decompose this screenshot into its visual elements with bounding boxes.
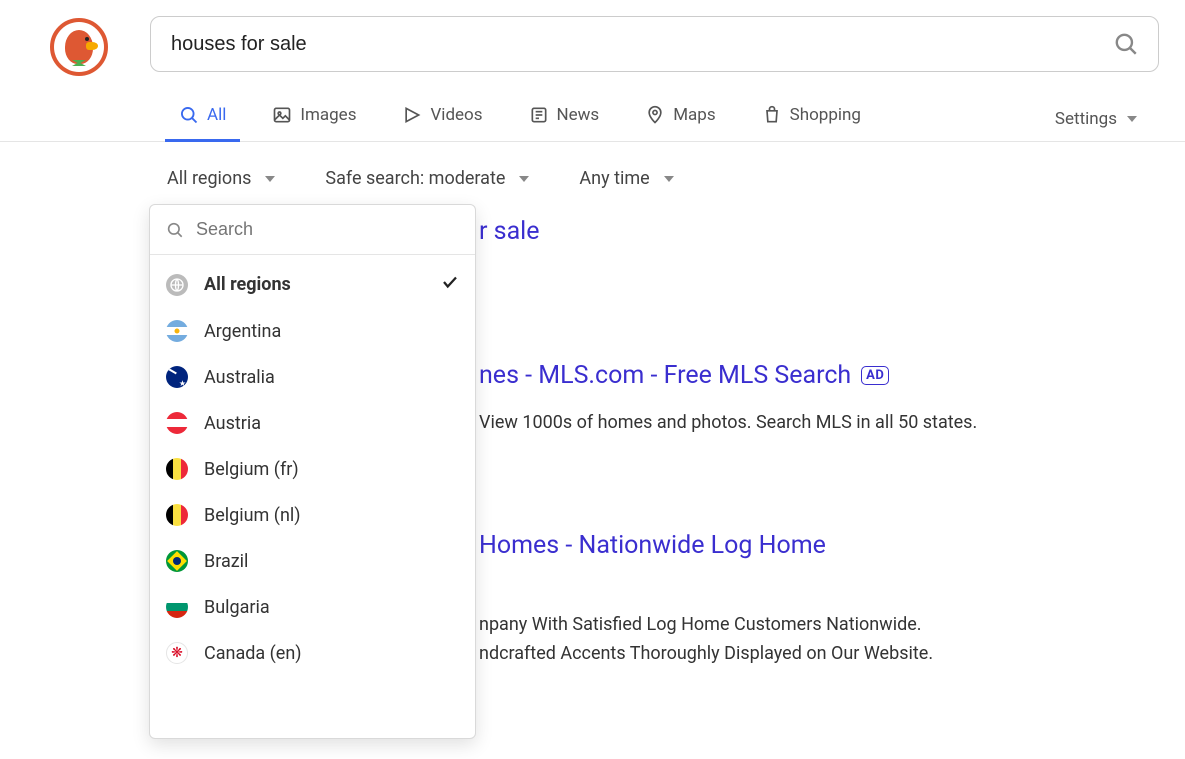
region-item-label: Belgium (fr) (204, 459, 299, 480)
filter-region[interactable]: All regions (167, 168, 275, 189)
flag-icon (166, 320, 188, 342)
region-item-label: Argentina (204, 321, 281, 342)
search-icon (1113, 31, 1139, 57)
chevron-down-icon (519, 176, 529, 182)
map-pin-icon (645, 105, 665, 125)
logo[interactable] (50, 18, 108, 76)
search-input[interactable] (171, 33, 1102, 56)
check-icon (441, 273, 459, 296)
region-item-belgium-fr[interactable]: Belgium (fr) (150, 446, 475, 492)
flag-icon (166, 366, 188, 388)
search-button[interactable] (1107, 25, 1145, 63)
result-title-link[interactable]: Homes - Nationwide Log Home (479, 531, 826, 560)
settings-button[interactable]: Settings (1055, 109, 1185, 129)
region-item-all[interactable]: All regions (150, 261, 475, 308)
tab-label: News (557, 105, 600, 125)
tab-news[interactable]: News (515, 95, 614, 142)
video-icon (402, 105, 422, 125)
result-description: npany With Satisfied Log Home Customers … (479, 611, 1185, 669)
image-icon (272, 105, 292, 125)
tab-label: Videos (430, 105, 482, 125)
ad-badge: AD (861, 366, 889, 385)
filter-label: Any time (579, 168, 649, 189)
region-search-input[interactable] (196, 219, 459, 240)
region-item-canada-en[interactable]: Canada (en) (150, 630, 475, 676)
region-item-brazil[interactable]: Brazil (150, 538, 475, 584)
globe-icon (166, 274, 188, 296)
shopping-icon (762, 105, 782, 125)
search-icon (179, 105, 199, 125)
tab-label: Shopping (790, 105, 861, 125)
flag-icon (166, 596, 188, 618)
search-box (150, 16, 1159, 72)
region-dropdown: All regions Argentina Australia Austria … (149, 204, 476, 739)
chevron-down-icon (265, 176, 275, 182)
filter-label: All regions (167, 168, 251, 189)
search-icon (166, 220, 184, 240)
filter-safesearch[interactable]: Safe search: moderate (325, 168, 529, 189)
result-title-link[interactable]: r sale (479, 217, 540, 246)
tab-label: Images (300, 105, 356, 125)
result-description-line: ndcrafted Accents Thoroughly Displayed o… (479, 640, 1185, 669)
result-description: View 1000s of homes and photos. Search M… (479, 409, 1185, 438)
region-item-label: Bulgaria (204, 597, 270, 618)
filter-label: Safe search: moderate (325, 168, 505, 189)
chevron-down-icon (664, 176, 674, 182)
flag-icon (166, 458, 188, 480)
tabs: All Images Videos News Maps Shopping Set… (0, 96, 1185, 142)
tab-label: Maps (673, 105, 715, 125)
flag-icon (166, 642, 188, 664)
region-item-label: Belgium (nl) (204, 505, 301, 526)
settings-label: Settings (1055, 109, 1117, 129)
tab-shopping[interactable]: Shopping (748, 95, 875, 142)
region-item-australia[interactable]: Australia (150, 354, 475, 400)
region-item-label: Canada (en) (204, 643, 302, 664)
region-item-belgium-nl[interactable]: Belgium (nl) (150, 492, 475, 538)
flag-icon (166, 550, 188, 572)
region-item-label: Brazil (204, 551, 248, 572)
result: r sale (479, 215, 1185, 249)
tab-images[interactable]: Images (258, 95, 370, 142)
result: Homes - Nationwide Log Home npany With S… (479, 529, 1185, 668)
tab-all[interactable]: All (165, 95, 240, 142)
region-item-label: Austria (204, 413, 261, 434)
filters: All regions Safe search: moderate Any ti… (0, 168, 1185, 189)
flag-icon (166, 504, 188, 526)
region-item-argentina[interactable]: Argentina (150, 308, 475, 354)
filter-time[interactable]: Any time (579, 168, 673, 189)
chevron-down-icon (1127, 116, 1137, 122)
result-description-line: npany With Satisfied Log Home Customers … (479, 611, 1185, 640)
tab-maps[interactable]: Maps (631, 95, 729, 142)
result: nes - MLS.com - Free MLS Search AD View … (479, 359, 1185, 438)
region-item-label: Australia (204, 367, 275, 388)
region-item-austria[interactable]: Austria (150, 400, 475, 446)
result-title-link[interactable]: nes - MLS.com - Free MLS Search (479, 361, 851, 390)
news-icon (529, 105, 549, 125)
tab-videos[interactable]: Videos (388, 95, 496, 142)
region-item-label: All regions (204, 274, 291, 295)
region-list[interactable]: All regions Argentina Australia Austria … (150, 255, 475, 738)
flag-icon (166, 412, 188, 434)
region-search-row (150, 205, 475, 255)
region-item-bulgaria[interactable]: Bulgaria (150, 584, 475, 630)
tab-label: All (207, 105, 226, 125)
